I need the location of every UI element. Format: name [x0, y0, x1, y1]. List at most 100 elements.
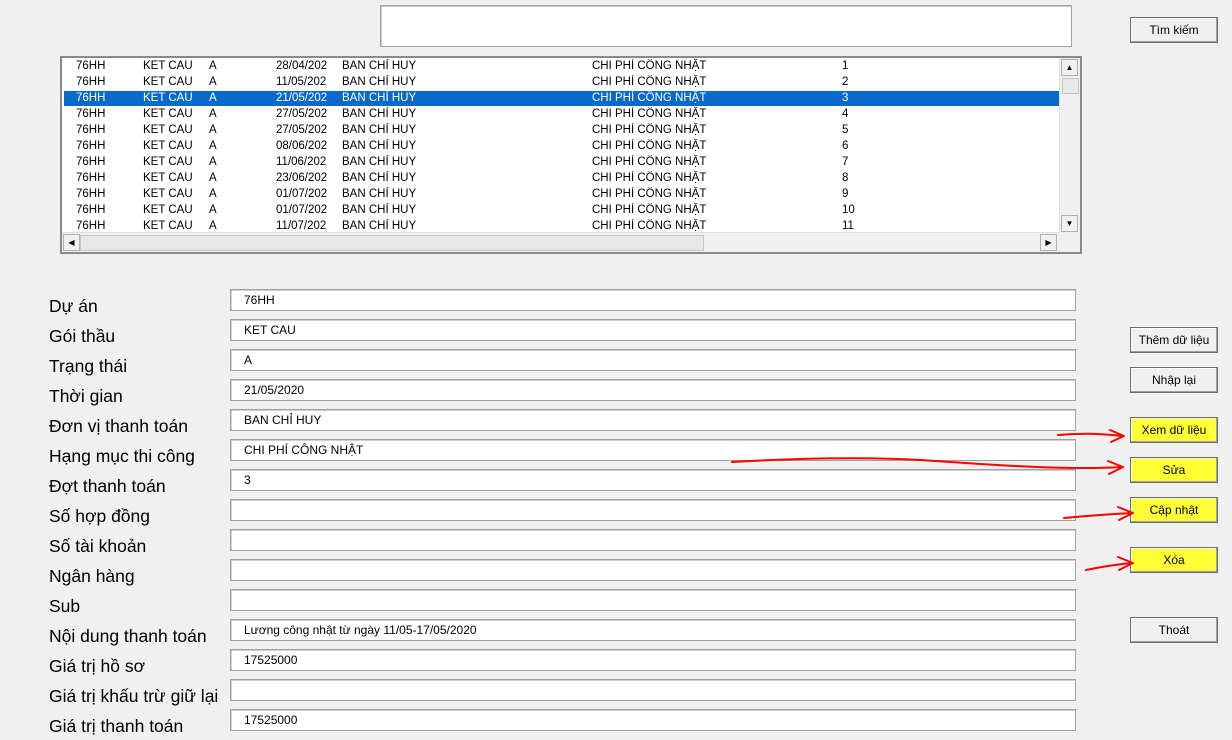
reset-button[interactable]: Nhập lại — [1130, 367, 1218, 393]
search-input[interactable] — [380, 5, 1072, 47]
edit-button[interactable]: Sửa — [1130, 457, 1218, 483]
delete-button[interactable]: Xóa — [1130, 547, 1218, 573]
label-retention-value: Giá trị khấu trừ giữ lại — [49, 686, 219, 706]
label-package: Gói thầu — [49, 326, 116, 346]
arrow-to-delete — [1085, 556, 1134, 571]
horizontal-scroll-thumb[interactable] — [80, 235, 704, 251]
list-cell-package: KET CAU — [143, 188, 193, 200]
field-sub[interactable] — [230, 589, 1076, 611]
field-work-item[interactable]: CHI PHÍ CÔNG NHẬT — [230, 439, 1076, 461]
field-payment-unit[interactable]: BAN CHỈ HUY — [230, 409, 1076, 431]
field-payment-value[interactable]: 17525000 — [230, 709, 1076, 731]
list-cell-status: A — [209, 156, 217, 168]
list-cell-category: CHI PHÍ CÔNG NHẬT — [592, 188, 707, 200]
list-cell-date: 11/06/202 — [276, 156, 327, 168]
field-contract-number[interactable] — [230, 499, 1076, 521]
scroll-left-icon[interactable]: ◀ — [63, 234, 80, 251]
scroll-down-icon[interactable]: ▼ — [1061, 215, 1078, 232]
list-cell-status: A — [209, 140, 217, 152]
list-cell-project: 76HH — [76, 172, 106, 184]
field-time[interactable]: 21/05/2020 — [230, 379, 1076, 401]
label-payment-content: Nội dung thanh toán — [49, 626, 207, 646]
list-cell-package: KET CAU — [143, 92, 193, 104]
label-project: Dự án — [49, 296, 98, 316]
field-retention-value[interactable] — [230, 679, 1076, 701]
list-cell-category: CHI PHÍ CÔNG NHẬT — [592, 172, 707, 184]
label-time: Thời gian — [49, 386, 123, 406]
view-data-button[interactable]: Xem dữ liệu — [1130, 417, 1218, 443]
list-cell-category: CHI PHÍ CÔNG NHẬT — [592, 140, 707, 152]
list-item[interactable]: 76HH KET CAU A 28/04/202 BAN CHỈ HUY CHI PHÍ … — [64, 59, 1060, 74]
list-item[interactable]: 76HH KET CAU A 21/05/202 BAN CHỈ HUY CHI PHÍ … — [64, 91, 1060, 106]
list-cell-batch: 10 — [842, 204, 855, 216]
list-cell-package: KET CAU — [143, 124, 193, 136]
list-cell-status: A — [209, 76, 217, 88]
list-cell-date: 27/05/202 — [276, 124, 328, 136]
list-item[interactable]: 76HH KET CAU A 23/06/202 BAN CHỈ HUY CHI PHÍ … — [64, 171, 1060, 186]
field-project[interactable]: 76HH — [230, 289, 1076, 311]
list-cell-date: 08/06/202 — [276, 140, 328, 152]
list-cell-project: 76HH — [76, 204, 106, 216]
list-cell-status: A — [209, 204, 217, 216]
add-data-button[interactable]: Thêm dữ liệu — [1130, 327, 1218, 353]
list-cell-batch: 5 — [842, 124, 849, 136]
list-cell-project: 76HH — [76, 76, 106, 88]
list-cell-batch: 6 — [842, 140, 849, 152]
list-cell-unit: BAN CHỈ HUY — [342, 172, 417, 184]
label-payment-value: Giá trị thanh toán — [49, 716, 184, 736]
field-payment-batch[interactable]: 3 — [230, 469, 1076, 491]
list-cell-status: A — [209, 172, 217, 184]
list-cell-batch: 7 — [842, 156, 849, 168]
list-cell-unit: BAN CHỈ HUY — [342, 204, 417, 216]
field-package[interactable]: KET CAU — [230, 319, 1076, 341]
list-cell-project: 76HH — [76, 124, 106, 136]
scroll-up-icon[interactable]: ▲ — [1061, 59, 1078, 76]
list-cell-unit: BAN CHỈ HUY — [342, 92, 417, 104]
list-cell-date: 21/05/202 — [276, 92, 328, 104]
list-cell-batch: 1 — [842, 60, 849, 72]
list-cell-category: CHI PHÍ CÔNG NHẬT — [592, 156, 707, 168]
label-payment-batch: Đợt thanh toán — [49, 476, 166, 496]
horizontal-scrollbar[interactable]: ◀ ▶ — [62, 232, 1060, 252]
exit-button[interactable]: Thoát — [1130, 617, 1218, 643]
list-item[interactable]: 76HH KET CAU A 08/06/202 BAN CHỈ HUY CHI PHÍ … — [64, 139, 1060, 154]
list-cell-project: 76HH — [76, 140, 106, 152]
record-listbox[interactable]: 76HH KET CAU A 28/04/202 BAN CHỈ HUY CHI PHÍ … — [60, 56, 1082, 254]
list-cell-batch: 9 — [842, 188, 849, 200]
list-cell-project: 76HH — [76, 188, 106, 200]
list-item[interactable]: 76HH KET CAU A 01/07/202 BAN CHỈ HUY CHI PHÍ … — [64, 203, 1060, 218]
list-cell-status: A — [209, 188, 217, 200]
list-cell-category: CHI PHÍ CÔNG NHẬT — [592, 60, 707, 72]
list-item[interactable]: 76HH KET CAU A 11/05/202 BAN CHỈ HUY CHI PHÍ … — [64, 75, 1060, 90]
vertical-scroll-thumb[interactable] — [1062, 78, 1079, 94]
field-document-value[interactable]: 17525000 — [230, 649, 1076, 671]
list-cell-status: A — [209, 124, 217, 136]
label-account-number: Số tài khoản — [49, 536, 147, 556]
field-bank[interactable] — [230, 559, 1076, 581]
label-document-value: Giá trị hồ sơ — [49, 656, 146, 676]
list-cell-batch: 2 — [842, 76, 849, 88]
label-payment-unit: Đơn vị thanh toán — [49, 416, 188, 436]
list-cell-batch: 3 — [842, 92, 849, 104]
list-cell-unit: BAN CHỈ HUY — [342, 108, 417, 120]
list-cell-date: 28/04/202 — [276, 60, 328, 72]
label-sub: Sub — [49, 596, 81, 616]
vertical-scrollbar[interactable]: ▲ ▼ — [1059, 58, 1080, 234]
field-status[interactable]: A — [230, 349, 1076, 371]
list-item[interactable]: 76HH KET CAU A 11/06/202 BAN CHỈ HUY CHI PHÍ … — [64, 155, 1060, 170]
list-cell-unit: BAN CHỈ HUY — [342, 140, 417, 152]
scroll-right-icon[interactable]: ▶ — [1040, 234, 1057, 251]
field-account-number[interactable] — [230, 529, 1076, 551]
list-cell-category: CHI PHÍ CÔNG NHẬT — [592, 124, 707, 136]
field-payment-content[interactable]: Lương công nhật từ ngày 11/05-17/05/2020 — [230, 619, 1076, 641]
list-cell-unit: BAN CHỈ HUY — [342, 124, 417, 136]
list-item[interactable]: 76HH KET CAU A 27/05/202 BAN CHỈ HUY CHI PHÍ … — [64, 123, 1060, 138]
search-button[interactable]: Tìm kiếm — [1130, 17, 1218, 43]
list-cell-package: KET CAU — [143, 204, 193, 216]
update-button[interactable]: Cập nhật — [1130, 497, 1218, 523]
list-item[interactable]: 76HH KET CAU A 27/05/202 BAN CHỈ HUY CHI PHÍ … — [64, 107, 1060, 122]
list-cell-category: CHI PHÍ CÔNG NHẬT — [592, 92, 707, 104]
list-cell-project: 76HH — [76, 60, 106, 72]
list-item[interactable]: 76HH KET CAU A 01/07/202 BAN CHỈ HUY CHI PHÍ … — [64, 187, 1060, 202]
label-bank: Ngân hàng — [49, 566, 135, 586]
